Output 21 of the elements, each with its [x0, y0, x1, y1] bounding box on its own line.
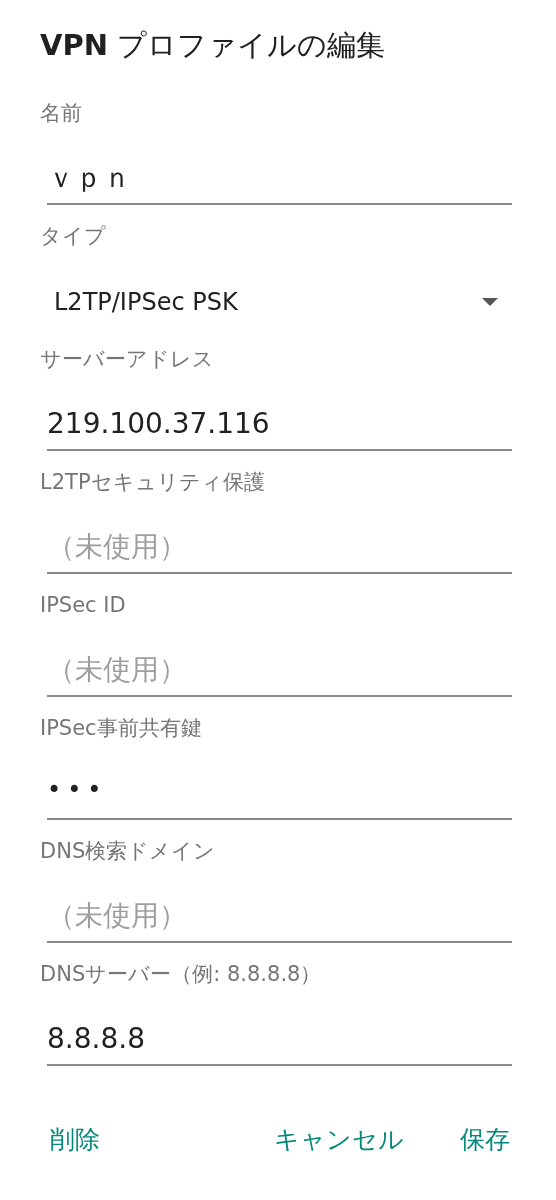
input-field[interactable]: （未使用） — [47, 890, 512, 943]
field-label: L2TPセキュリティ保護 — [40, 468, 266, 496]
password-field[interactable]: ••• — [47, 767, 512, 820]
field-label: IPSec ID — [40, 591, 127, 619]
input-field[interactable]: （未使用） — [47, 521, 512, 574]
dialog-button[interactable]: 保存 — [450, 1117, 520, 1163]
input-field[interactable]: （未使用） — [47, 644, 512, 697]
input-field[interactable]: 8.8.8.8 — [47, 1013, 512, 1066]
field-label: サーバーアドレス — [40, 345, 215, 373]
dialog-title: VPN プロファイルの編集 — [39, 27, 387, 63]
field-label: タイプ — [40, 222, 107, 250]
field-label: DNS検索ドメイン — [40, 837, 217, 865]
dropdown-arrow-icon — [482, 297, 498, 306]
dialog-button[interactable]: 削除 — [40, 1117, 110, 1163]
type-dropdown[interactable]: L2TP/IPSec PSK — [54, 275, 512, 328]
input-field[interactable]: ｖｐｎ — [47, 152, 512, 205]
field-label: IPSec事前共有鍵 — [40, 714, 203, 742]
dialog-button[interactable]: キャンセル — [264, 1117, 414, 1163]
field-label: DNSサーバー（例: 8.8.8.8） — [40, 960, 323, 988]
input-field[interactable]: 219.100.37.116 — [47, 398, 512, 451]
field-label: 名前 — [40, 99, 83, 127]
